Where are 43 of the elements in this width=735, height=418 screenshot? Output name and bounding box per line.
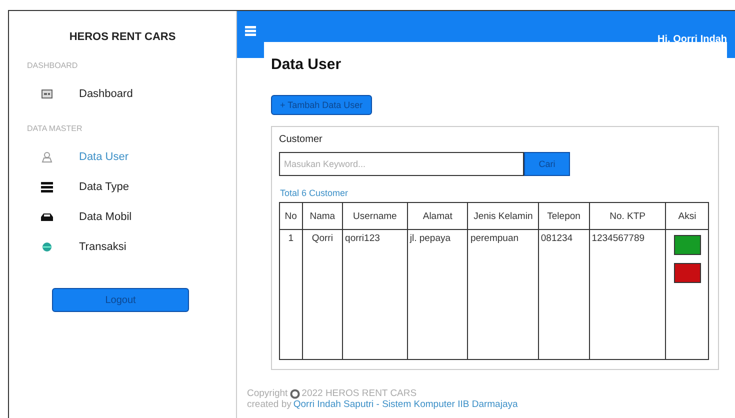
table-cell: 081234 xyxy=(538,230,590,360)
car-icon xyxy=(41,211,53,223)
column-header: No xyxy=(280,202,302,230)
copyright-text: Copyright xyxy=(247,388,288,399)
author-link[interactable]: Qorri Indah Saputri - Sistem Komputer IIB Darmajaya xyxy=(293,399,518,410)
card-icon xyxy=(41,88,53,100)
globe-icon xyxy=(41,241,53,253)
column-header: Telepon xyxy=(538,202,590,230)
search-button[interactable]: Cari xyxy=(524,152,570,176)
sidebar-item[interactable]: Transaksi xyxy=(41,241,126,253)
column-header: Nama xyxy=(302,202,343,230)
column-header: Jenis Kelamin xyxy=(468,202,538,230)
person-icon xyxy=(41,151,53,163)
table-cell: 1234567789 xyxy=(589,230,666,360)
credit-text: created by xyxy=(247,399,292,410)
table-cell: perempuan xyxy=(468,230,538,360)
table-cell: qorri123 xyxy=(342,230,408,360)
column-header: Aksi xyxy=(666,202,708,230)
add-user-button[interactable]: + Tambah Data User xyxy=(271,95,372,115)
section-heading: DATA MASTER xyxy=(27,124,82,133)
menu-icon xyxy=(41,181,53,193)
table-cell: Qorri xyxy=(302,230,343,360)
column-header: Alamat xyxy=(407,202,468,230)
sidebar-item[interactable]: Data Mobil xyxy=(41,211,132,223)
sidebar-item[interactable]: Dashboard xyxy=(41,88,133,100)
column-header: Username xyxy=(342,202,408,230)
copyright-icon xyxy=(290,388,300,398)
delete-button[interactable] xyxy=(674,263,701,283)
copyright-text: 2022 HEROS RENT CARS xyxy=(302,388,417,399)
table-cell: 1 xyxy=(280,230,302,360)
logout-button[interactable]: Logout xyxy=(52,288,189,312)
section-heading: DASHBOARD xyxy=(27,61,78,70)
search-label: Customer xyxy=(279,134,324,145)
sidebar-item[interactable]: Data User xyxy=(41,151,129,163)
column-header: No. KTP xyxy=(589,202,666,230)
table-cell: jl. pepaya xyxy=(407,230,468,360)
total-count: Total 6 Customer xyxy=(280,188,350,198)
edit-button[interactable] xyxy=(674,235,701,255)
brand-title: HEROS RENT CARS xyxy=(68,31,177,43)
sidebar-item[interactable]: Data Type xyxy=(41,181,129,193)
search-field[interactable]: Masukan Keyword... xyxy=(279,152,524,176)
page-title: Data User xyxy=(271,56,342,73)
menu-icon[interactable] xyxy=(245,26,256,36)
